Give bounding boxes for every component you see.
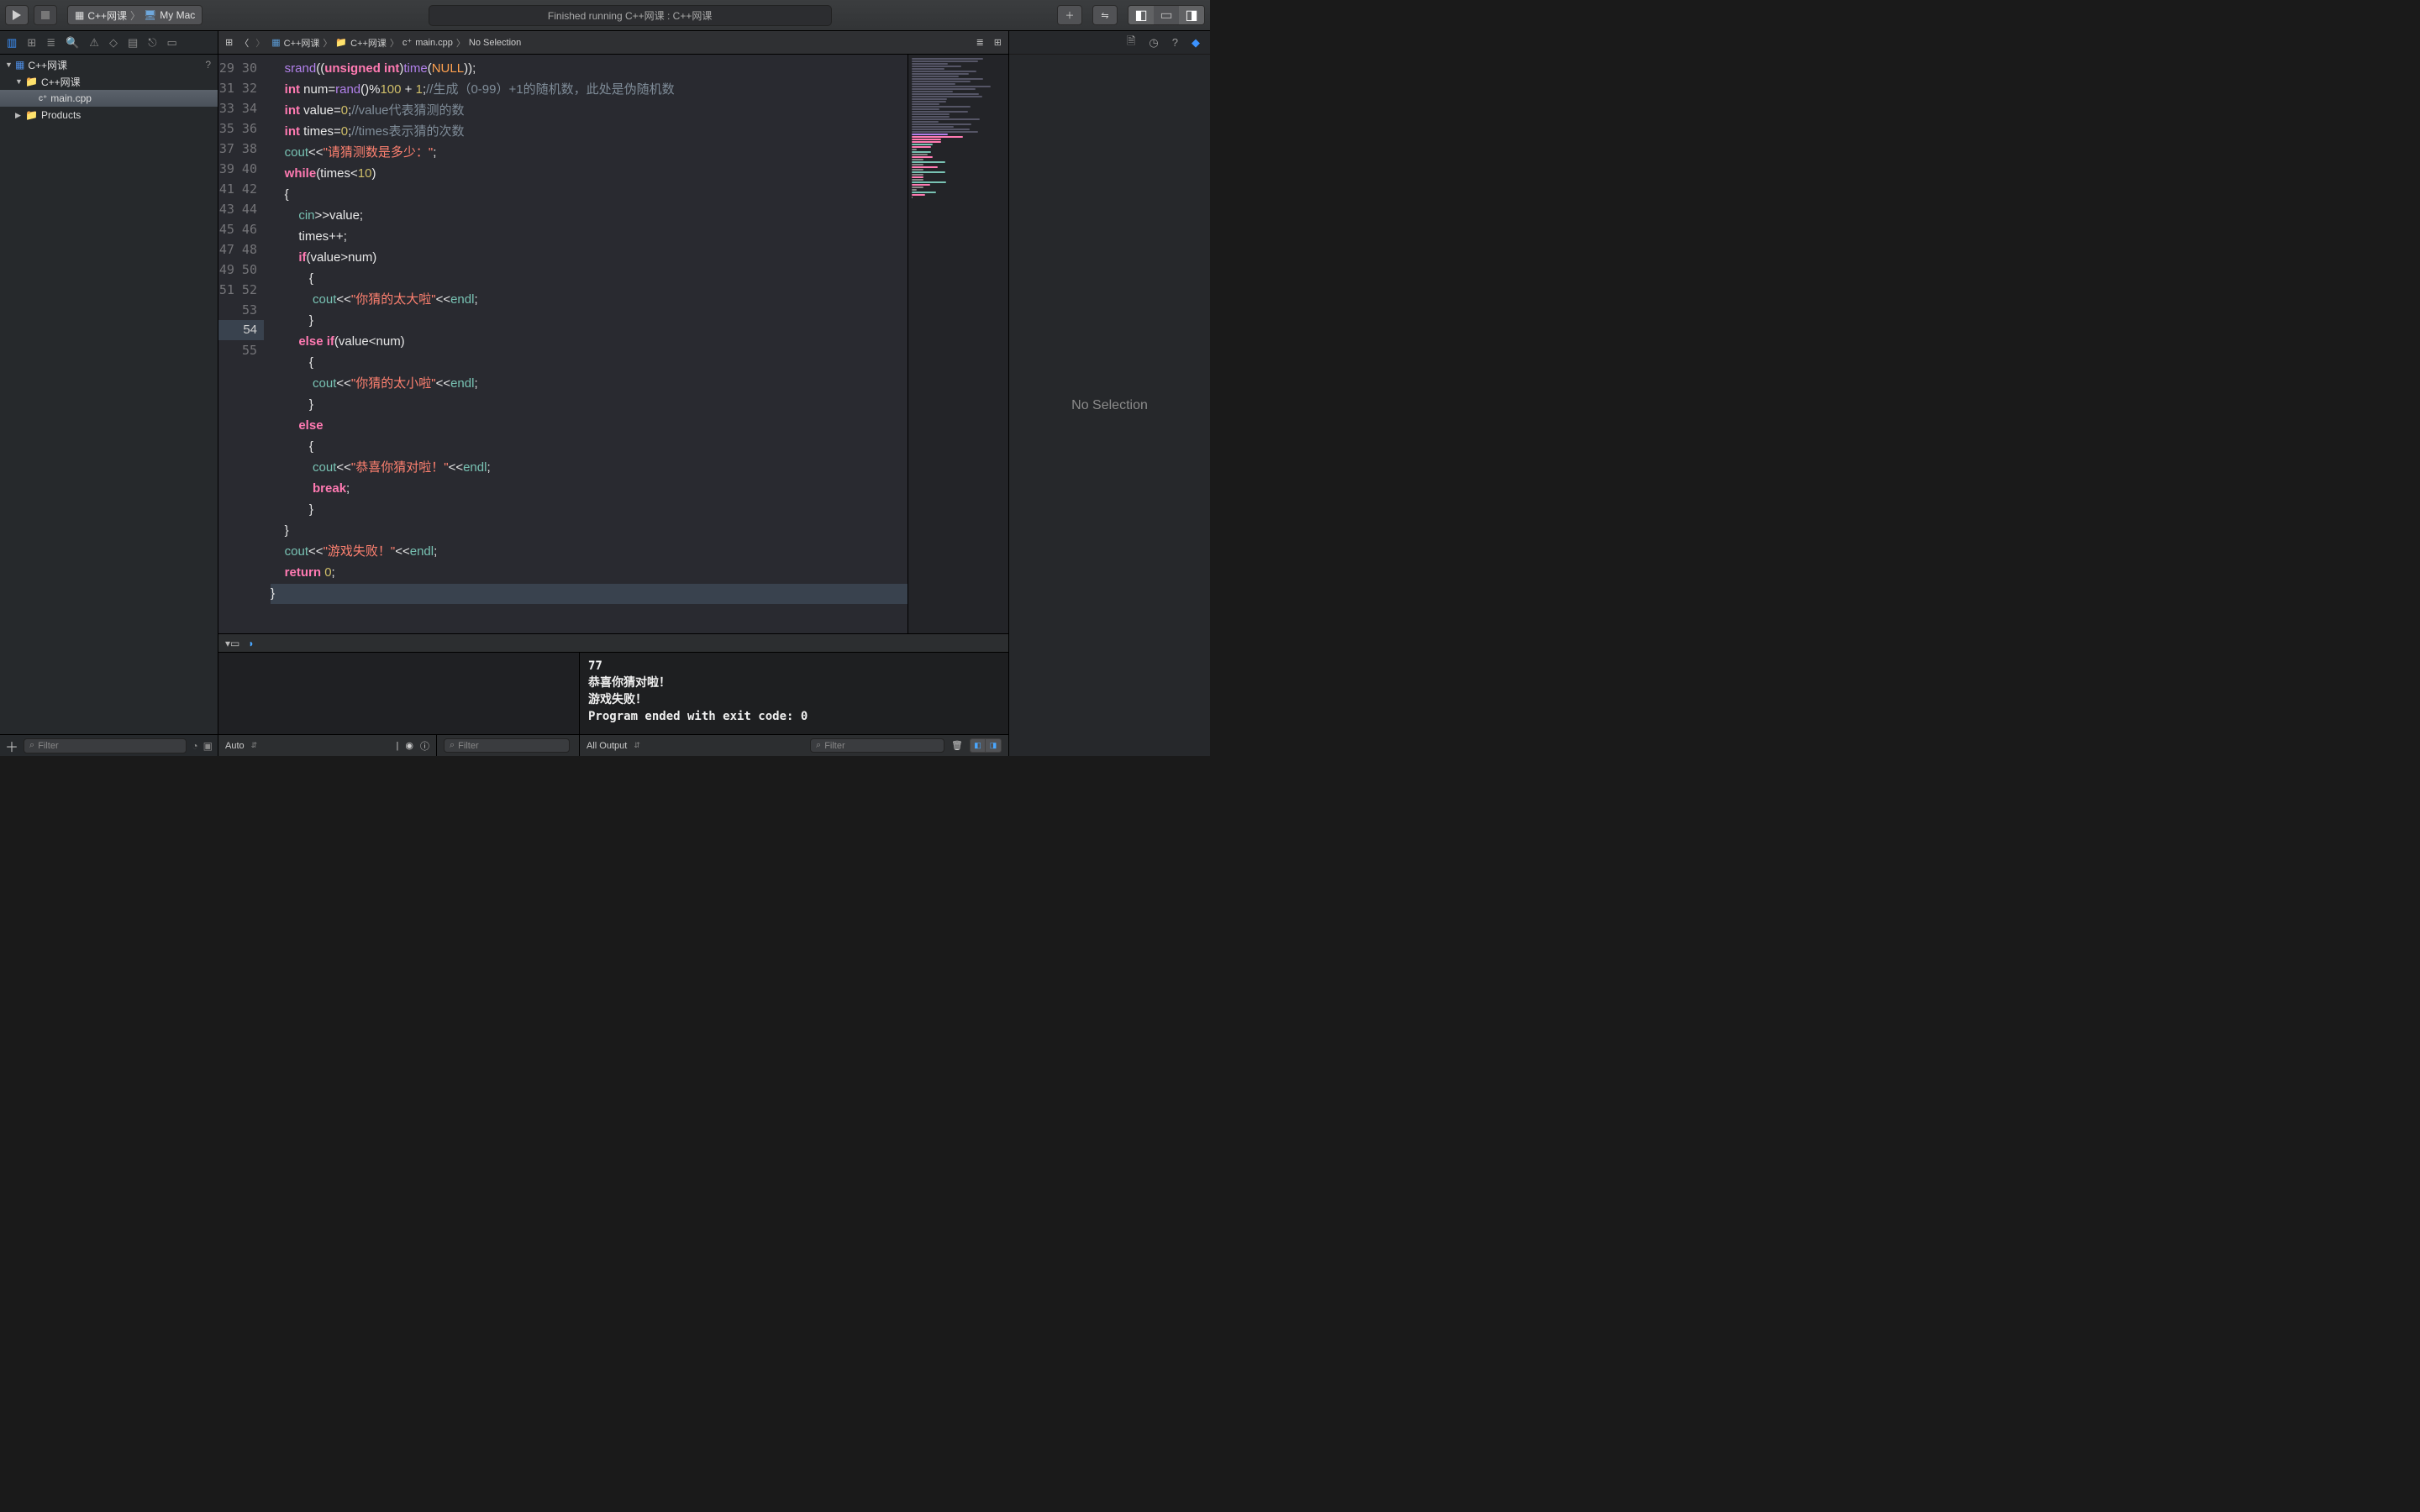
recent-filter-icon[interactable]: ◔	[192, 740, 197, 752]
inspector-tab-bar: 🗎 ◷ ? ◆	[1009, 31, 1210, 55]
console-output[interactable]: 77 恭喜你猜对啦！ 游戏失败！ Program ended with exit…	[580, 653, 1008, 734]
inspector-empty: No Selection	[1009, 55, 1210, 756]
variables-scope[interactable]: Auto	[225, 741, 245, 751]
breakpoints-toggle[interactable]: ◗	[248, 638, 254, 649]
project-tree: ▼▦ C++网课 ? ▼📁 C++网课 c⁺ main.cpp ▶📁 Produ…	[0, 55, 218, 734]
filter-icon: ⌕	[450, 740, 455, 751]
line-gutter: 29 30 31 32 33 34 35 36 37 38 39 40 41 4…	[218, 55, 264, 633]
scheme-selector[interactable]: ▦ C++网课 〉 🖥 My Mac	[67, 5, 203, 25]
hide-debug-area-icon[interactable]: ▾▭	[225, 638, 239, 649]
filter-icon: ⌕	[29, 740, 34, 751]
issue-navigator-tab[interactable]: ⚠	[89, 36, 99, 50]
help-icon[interactable]: ?	[205, 59, 211, 71]
debug-bar: ▾▭ ◗	[218, 633, 1008, 652]
variables-filter[interactable]: ⌕ Filter	[444, 738, 570, 753]
variables-view[interactable]	[218, 653, 580, 734]
editor-options-icon[interactable]: ≣	[976, 37, 984, 48]
tree-file-main[interactable]: c⁺ main.cpp	[0, 90, 218, 107]
debug-navigator-tab[interactable]: ▤	[128, 36, 138, 50]
library-button[interactable]: ＋	[1057, 5, 1082, 25]
tree-project-root[interactable]: ▼▦ C++网课 ?	[0, 56, 218, 73]
project-navigator-tab[interactable]: ▥	[7, 36, 17, 50]
toggle-left-panel[interactable]: ◧	[1128, 6, 1154, 24]
related-items-icon[interactable]: ⊞	[225, 37, 233, 48]
top-toolbar: ▦ C++网课 〉 🖥 My Mac Finished running C++网…	[0, 0, 1210, 31]
scheme-device: My Mac	[160, 9, 195, 21]
info-icon[interactable]: ⓘ	[420, 739, 429, 753]
minimap[interactable]	[908, 55, 1008, 633]
jump-bar[interactable]: ⊞ 〈 〉 ▦C++网课 〉 📁C++网课 〉 c⁺main.cpp 〉 No …	[218, 31, 1008, 55]
console-view-toggle[interactable]: ◧ ◨	[970, 738, 1002, 753]
navigator-filter[interactable]: ⌕ Filter	[24, 738, 187, 753]
status-area: Finished running C++网课 : C++网课	[203, 5, 1057, 26]
panel-toggle-group: ◧ ▭ ◨	[1128, 5, 1205, 25]
scheme-target: C++网课	[87, 8, 127, 23]
scm-filter-icon[interactable]: ▣	[203, 740, 213, 752]
help-inspector-tab[interactable]: ?	[1172, 36, 1178, 49]
tree-group[interactable]: ▼📁 C++网课	[0, 73, 218, 90]
debug-bottom-bar: Auto⇵ | ◉ ⓘ ⌕ Filter All Output⇵ ⌕ Filte…	[218, 734, 1008, 756]
attributes-inspector-tab[interactable]: ◆	[1192, 36, 1200, 50]
toggle-bottom-panel[interactable]: ▭	[1154, 6, 1179, 24]
editor-area: ⊞ 〈 〉 ▦C++网课 〉 📁C++网课 〉 c⁺main.cpp 〉 No …	[218, 31, 1008, 756]
find-navigator-tab[interactable]: 🔍	[66, 36, 79, 50]
navigator-tab-bar: ▥ ⊞ ≣ 🔍 ⚠ ◇ ▤ ⎋ ▭	[0, 31, 218, 55]
breakpoint-navigator-tab[interactable]: ⎋	[148, 36, 156, 50]
code-review-button[interactable]: ⇋	[1092, 5, 1118, 25]
source-control-tab[interactable]: ⊞	[27, 36, 36, 50]
navigator-panel: ▥ ⊞ ≣ 🔍 ⚠ ◇ ▤ ⎋ ▭ ▼▦ C++网课 ? ▼📁 C++网课 c⁺…	[0, 31, 218, 756]
console-filter[interactable]: ⌕ Filter	[810, 738, 944, 753]
add-button[interactable]: ＋	[5, 736, 18, 756]
report-navigator-tab[interactable]: ▭	[167, 36, 177, 50]
filter-icon: ⌕	[816, 740, 821, 751]
breadcrumb[interactable]: ▦C++网课 〉 📁C++网课 〉 c⁺main.cpp 〉 No Select…	[271, 36, 521, 50]
toggle-right-panel[interactable]: ◨	[1179, 6, 1204, 24]
stop-button[interactable]	[34, 5, 57, 25]
add-editor-icon[interactable]: ⊞	[994, 37, 1002, 48]
right-pane-toggle[interactable]: ◨	[986, 739, 1001, 752]
left-pane-toggle[interactable]: ◧	[971, 739, 986, 752]
trash-icon[interactable]: 🗑	[951, 740, 963, 751]
forward-button[interactable]: 〉	[255, 36, 265, 50]
navigator-footer: ＋ ⌕ Filter ◔ ▣	[0, 734, 218, 756]
test-navigator-tab[interactable]: ◇	[109, 36, 118, 50]
symbol-navigator-tab[interactable]: ≣	[46, 36, 55, 50]
file-inspector-tab[interactable]: 🗎	[1127, 34, 1135, 52]
output-scope[interactable]: All Output	[587, 741, 627, 751]
run-button[interactable]	[5, 5, 29, 25]
back-button[interactable]: 〈	[239, 36, 249, 50]
history-inspector-tab[interactable]: ◷	[1149, 36, 1158, 50]
tree-products[interactable]: ▶📁 Products	[0, 107, 218, 123]
debug-console-row: 77 恭喜你猜对啦！ 游戏失败！ Program ended with exit…	[218, 652, 1008, 734]
inspector-panel: 🗎 ◷ ? ◆ No Selection	[1008, 31, 1210, 756]
activity-status[interactable]: Finished running C++网课 : C++网课	[429, 5, 832, 26]
source-editor[interactable]: 29 30 31 32 33 34 35 36 37 38 39 40 41 4…	[218, 55, 1008, 633]
code-content[interactable]: srand((unsigned int)time(NULL)); int num…	[264, 55, 908, 633]
quicklook-icon[interactable]: ◉	[405, 740, 413, 751]
